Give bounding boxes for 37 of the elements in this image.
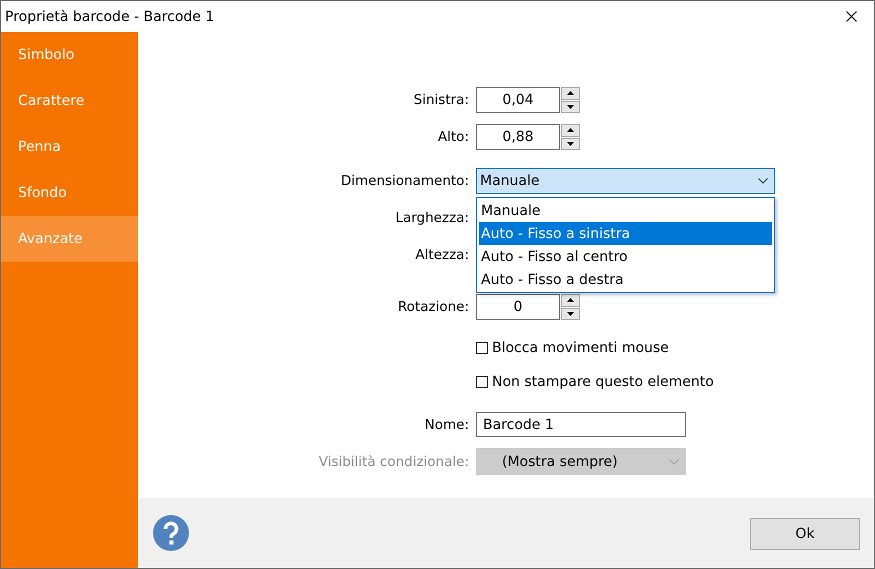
down-arrow-icon xyxy=(567,312,574,316)
decrement-button[interactable] xyxy=(561,138,580,150)
checkbox[interactable]: Blocca movimenti mouse xyxy=(476,340,669,356)
field-label: Sinistra: xyxy=(412,92,470,108)
field-label: Alto: xyxy=(436,129,470,145)
number-field[interactable]: 0,04 xyxy=(476,87,560,113)
dropdown-option[interactable]: Manuale xyxy=(479,199,772,222)
decrement-button[interactable] xyxy=(561,100,580,113)
field-label: Altezza: xyxy=(414,247,470,263)
increment-button[interactable] xyxy=(561,294,580,306)
number-field[interactable]: 0 xyxy=(476,294,560,320)
close-icon xyxy=(846,11,856,22)
chevron-icon xyxy=(669,458,679,464)
up-arrow-icon xyxy=(567,298,574,302)
increment-button[interactable] xyxy=(561,124,580,136)
ok-button[interactable]: Ok xyxy=(750,518,860,550)
dropdown[interactable]: Manuale xyxy=(476,168,775,194)
dropdown-option[interactable]: Auto - Fisso a destra xyxy=(479,268,772,291)
field-label: Larghezza: xyxy=(394,210,470,226)
number-field[interactable]: 0,88 xyxy=(476,124,560,150)
checkbox[interactable]: Non stampare questo elemento xyxy=(476,374,714,390)
chevron-icon xyxy=(758,178,768,184)
field-label: Visibilità condizionale: xyxy=(318,454,470,470)
up-arrow-icon xyxy=(567,91,574,96)
field-label: Rotazione: xyxy=(396,299,470,315)
field-label: Nome: xyxy=(424,416,470,432)
dropdown-option[interactable]: Auto - Fisso al centro xyxy=(479,245,772,268)
help-icon[interactable] xyxy=(153,515,189,551)
down-arrow-icon xyxy=(567,104,574,109)
input-field[interactable]: Barcode 1 xyxy=(476,412,686,437)
increment-button[interactable] xyxy=(561,87,580,100)
down-arrow-icon xyxy=(567,142,574,146)
up-arrow-icon xyxy=(567,128,574,132)
dropdown-option[interactable]: Auto - Fisso a sinistra xyxy=(479,222,772,245)
window-title: Proprietà barcode - Barcode 1 xyxy=(5,8,214,24)
field-label: Dimensionamento: xyxy=(340,173,470,189)
decrement-button[interactable] xyxy=(561,308,580,320)
